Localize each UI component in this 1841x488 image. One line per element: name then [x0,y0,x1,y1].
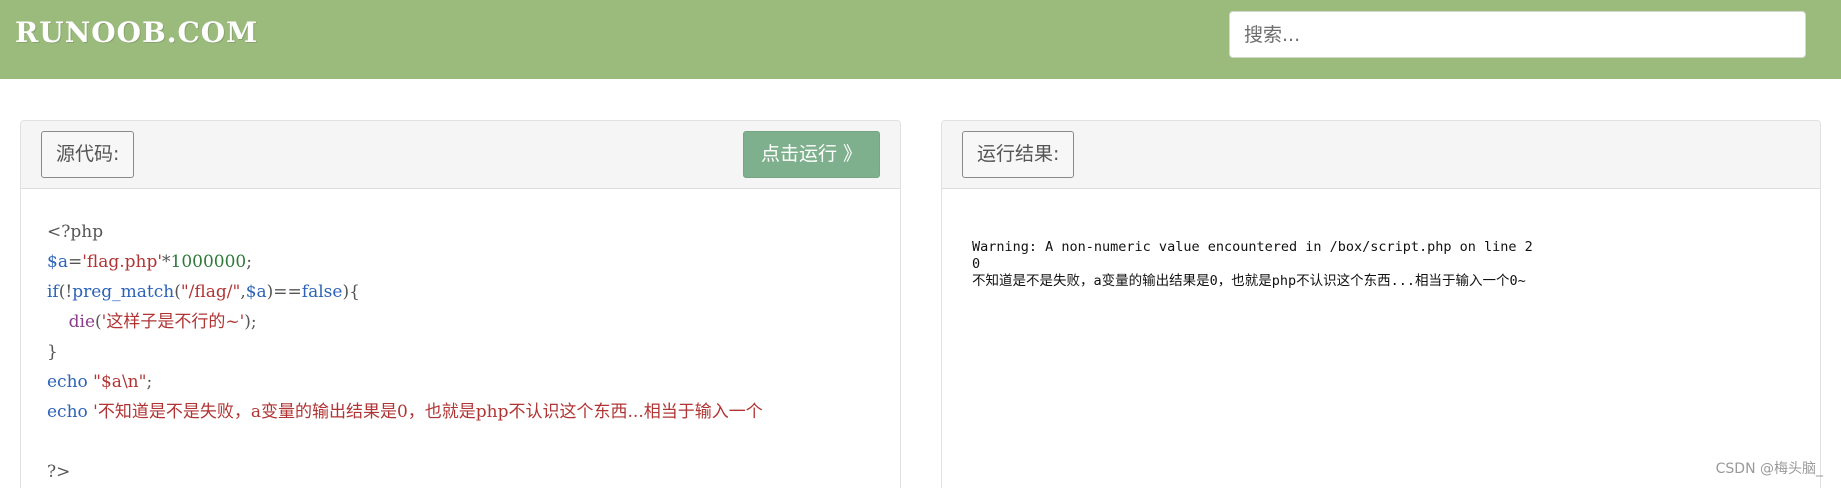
code-line: <?php [47,217,763,247]
code-line: ?> [47,457,763,487]
code-token: )== [266,282,302,302]
code-token: die [68,312,96,332]
code-token: $a [47,252,68,272]
top-navbar: RUNOOB.COM [0,0,1841,79]
code-token: $a [245,282,267,302]
code-token: '不知道是不是失败，a变量的输出结果是0，也就是php不认识这个东西...相当于… [93,402,763,422]
code-line: } [47,337,763,367]
source-code-label: 源代码: [41,131,135,178]
code-token: preg_match [72,282,175,302]
code-token: } [47,342,58,362]
result-panel: 运行结果: Warning: A non-numeric value encou… [941,120,1821,488]
code-line: $a='flag.php'*1000000; [47,247,763,277]
code-token: echo [47,372,88,392]
result-label: 运行结果: [962,131,1075,178]
watermark: CSDN @梅头脑_ [1715,461,1823,477]
search-input[interactable] [1229,11,1806,58]
code-token: false [301,282,343,302]
code-token: ){ [342,282,360,302]
result-panel-header: 运行结果: [942,121,1820,189]
code-token: ( [95,312,102,332]
code-editor[interactable]: <?php $a='flag.php'*1000000; if(!preg_matc… [47,217,763,487]
source-code-panel: 源代码: 点击运行 》 <?php $a='flag.php'*1000000; i… [20,120,901,488]
code-token: if [47,282,59,302]
code-token: "/flag/" [180,282,241,302]
source-panel-header: 源代码: 点击运行 》 [21,121,900,189]
code-line: if(!preg_match("/flag/",$a)==false){ [47,277,763,307]
run-output: Warning: A non-numeric value encountered… [972,239,1533,289]
code-token: echo [47,402,88,422]
code-token: "$a\n" [93,372,147,392]
code-line: echo '不知道是不是失败，a变量的输出结果是0，也就是php不认识这个东西.… [47,397,763,427]
code-token: '这样子是不行的~' [101,312,245,332]
code-token: ; [246,252,252,272]
run-button[interactable]: 点击运行 》 [743,131,880,178]
code-line: die('这样子是不行的~'); [47,307,763,337]
code-token: 'flag.php' [82,252,163,272]
code-token: (! [58,282,73,302]
code-token: ); [244,312,257,332]
code-token: = [67,252,83,272]
code-token: * [162,252,171,272]
code-line: echo "$a\n"; [47,367,763,397]
site-logo[interactable]: RUNOOB.COM [15,16,258,49]
code-token: ; [146,372,153,392]
code-token: 1000000 [170,252,247,272]
code-token: ( [174,282,181,302]
code-token: <?php [47,222,104,242]
code-token: ?> [47,462,71,482]
